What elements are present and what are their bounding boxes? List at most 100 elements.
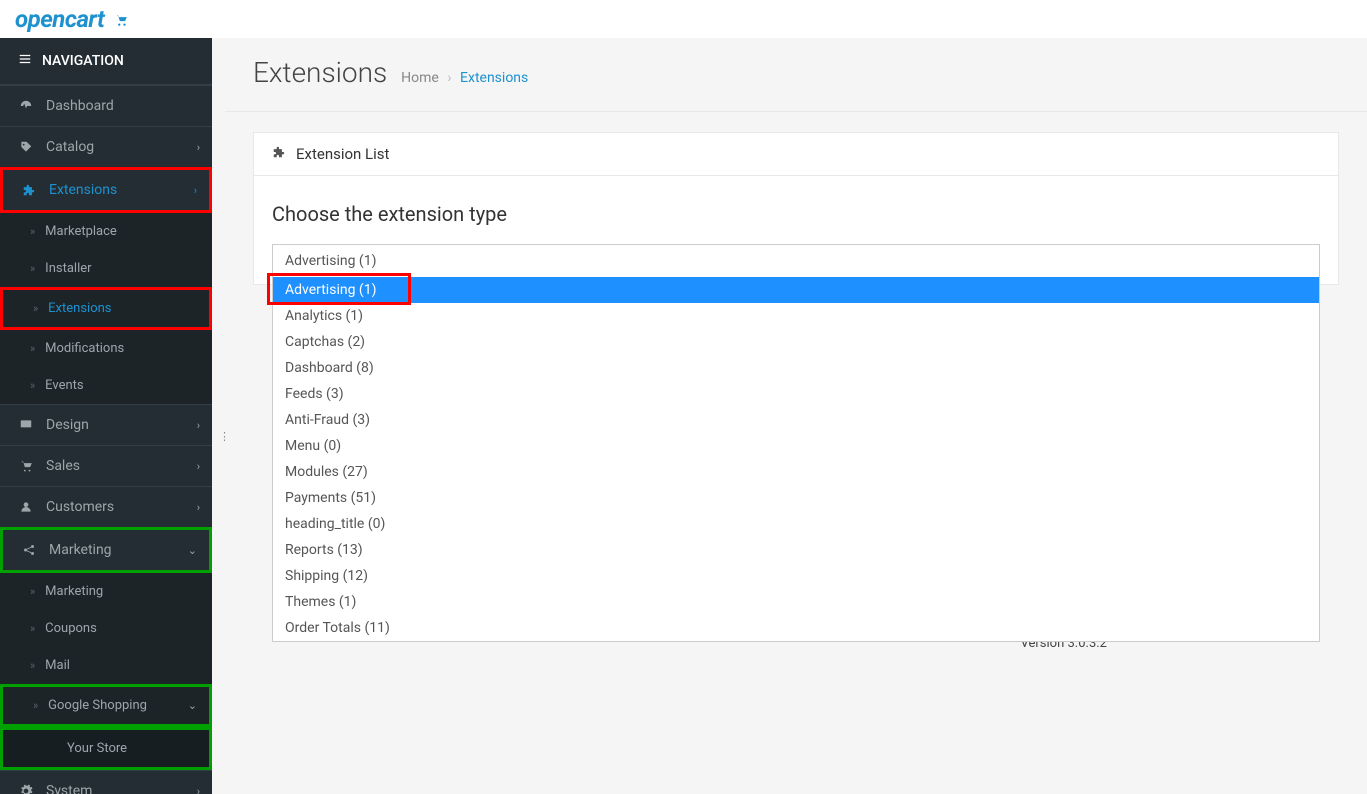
user-icon	[18, 500, 34, 514]
sidebar-label-dashboard: Dashboard	[46, 98, 114, 114]
nav-title: NAVIGATION	[42, 53, 124, 69]
sidebar-item-design[interactable]: Design ›	[0, 404, 212, 445]
cart-icon	[114, 5, 128, 33]
gear-icon	[18, 784, 34, 794]
dropdown-option[interactable]: Modules (27)	[273, 459, 1319, 485]
sidebar-subitem-mail[interactable]: » Mail	[0, 647, 212, 684]
double-chevron-icon: »	[30, 622, 35, 635]
sidebar-sublabel-coupons: Coupons	[45, 621, 97, 636]
extension-panel: Extension List Choose the extension type…	[253, 132, 1339, 285]
sidebar-subitem-google-shopping[interactable]: » Google Shopping ⌄	[0, 684, 212, 727]
puzzle-icon	[21, 183, 37, 197]
sidebar-subitem-marketplace[interactable]: » Marketplace	[0, 213, 212, 250]
dropdown-option[interactable]: Payments (51)	[273, 485, 1319, 511]
chevron-right-icon: ›	[197, 419, 200, 432]
sidebar-item-system[interactable]: System ›	[0, 770, 212, 794]
sidebar-subitem-extensions[interactable]: » Extensions	[0, 287, 212, 330]
app-header: opencart	[0, 0, 1367, 38]
dropdown-selected-value[interactable]: Advertising (1)	[273, 245, 1319, 277]
sidebar-subitem-marketing[interactable]: » Marketing	[0, 573, 212, 610]
sidebar-item-sales[interactable]: Sales ›	[0, 445, 212, 486]
dropdown-option[interactable]: Dashboard (8)	[273, 355, 1319, 381]
double-chevron-icon: »	[30, 225, 35, 238]
sidebar-item-catalog[interactable]: Catalog ›	[0, 126, 212, 167]
dropdown-option[interactable]: Order Totals (11)	[273, 615, 1319, 641]
breadcrumb-separator: ›	[447, 70, 451, 86]
dropdown-option[interactable]: Advertising (1)	[273, 277, 1319, 303]
dropdown-option[interactable]: heading_title (0)	[273, 511, 1319, 537]
dropdown-option[interactable]: Themes (1)	[273, 589, 1319, 615]
chevron-right-icon: ›	[197, 785, 200, 794]
panel-title: Extension List	[296, 145, 389, 163]
panel-header: Extension List	[254, 133, 1338, 176]
sidebar-sublabel-mail: Mail	[45, 658, 70, 673]
sidebar-sublabel-marketing: Marketing	[45, 584, 103, 599]
sidebar-label-marketing: Marketing	[49, 542, 112, 558]
sidebar-item-marketing[interactable]: Marketing ⌄	[0, 527, 212, 573]
dropdown-options: Advertising (1)Analytics (1)Captchas (2)…	[273, 277, 1319, 641]
brand-text: opencart	[15, 5, 104, 33]
sidebar: NAVIGATION Dashboard Catalog › Extension…	[0, 38, 212, 794]
extension-type-dropdown[interactable]: Advertising (1) Advertising (1)Analytics…	[272, 244, 1320, 642]
double-chevron-icon: »	[33, 699, 38, 712]
nav-header: NAVIGATION	[0, 38, 212, 85]
share-icon	[21, 543, 37, 557]
tag-icon	[18, 140, 34, 154]
sidebar-sublabel-google-shopping: Google Shopping	[48, 698, 147, 713]
brand-logo: opencart	[15, 5, 128, 33]
monitor-icon	[18, 418, 34, 432]
dashboard-icon	[18, 99, 34, 113]
sidebar-subitem-modifications[interactable]: » Modifications	[0, 330, 212, 367]
double-chevron-icon: »	[30, 379, 35, 392]
sidebar-sublabel-installer: Installer	[45, 261, 91, 276]
dropdown-option[interactable]: Anti-Fraud (3)	[273, 407, 1319, 433]
sidebar-subitem-events[interactable]: » Events	[0, 367, 212, 404]
chevron-down-icon: ⌄	[188, 544, 197, 557]
chevron-right-icon: ›	[197, 460, 200, 473]
chevron-right-icon: ›	[197, 141, 200, 154]
double-chevron-icon: »	[30, 659, 35, 672]
chevron-right-icon: ›	[197, 501, 200, 514]
puzzle-icon	[272, 145, 286, 163]
double-chevron-icon: »	[30, 585, 35, 598]
breadcrumb-home[interactable]: Home	[401, 70, 439, 86]
breadcrumb-current[interactable]: Extensions	[460, 70, 528, 86]
sidebar-label-catalog: Catalog	[46, 139, 94, 155]
sidebar-item-dashboard[interactable]: Dashboard	[0, 85, 212, 126]
sidebar-sublabel-modifications: Modifications	[45, 341, 124, 356]
dropdown-option[interactable]: Analytics (1)	[273, 303, 1319, 329]
sidebar-label-sales: Sales	[46, 458, 80, 474]
marketing-submenu: » Marketing » Coupons » Mail » Google Sh…	[0, 573, 212, 770]
chevron-right-icon: ›	[194, 184, 197, 197]
panel-body: Choose the extension type A A G Advertis…	[254, 176, 1338, 284]
page-header: Extensions Home › Extensions	[225, 38, 1367, 112]
main-content: Extensions Home › Extensions Extension L…	[225, 38, 1367, 794]
sidebar-subitem-coupons[interactable]: » Coupons	[0, 610, 212, 647]
sidebar-sub2item-your-store[interactable]: Your Store	[3, 730, 209, 767]
double-chevron-icon: »	[33, 302, 38, 315]
page-title: Extensions	[253, 56, 387, 89]
panel-subtitle: Choose the extension type	[272, 202, 1320, 226]
sidebar-label-design: Design	[46, 417, 89, 433]
dropdown-option[interactable]: Menu (0)	[273, 433, 1319, 459]
dropdown-option[interactable]: Reports (13)	[273, 537, 1319, 563]
sidebar-item-extensions[interactable]: Extensions ›	[0, 167, 212, 213]
chevron-down-icon: ⌄	[188, 699, 197, 712]
extensions-submenu: » Marketplace » Installer » Extensions »…	[0, 213, 212, 404]
dropdown-option[interactable]: Shipping (12)	[273, 563, 1319, 589]
breadcrumb: Home › Extensions	[401, 70, 528, 86]
google-shopping-submenu: Your Store	[0, 727, 212, 770]
sidebar-item-customers[interactable]: Customers ›	[0, 486, 212, 527]
sidebar-sublabel-extensions: Extensions	[48, 301, 111, 316]
sidebar-label-system: System	[46, 783, 92, 794]
dropdown-option[interactable]: Captchas (2)	[273, 329, 1319, 355]
cart-icon	[18, 459, 34, 473]
sidebar-sublabel-events: Events	[45, 378, 83, 393]
sidebar-label-extensions: Extensions	[49, 182, 117, 198]
hamburger-icon[interactable]	[18, 52, 32, 70]
double-chevron-icon: »	[30, 262, 35, 275]
sidebar-subitem-installer[interactable]: » Installer	[0, 250, 212, 287]
sidebar-label-customers: Customers	[46, 499, 114, 515]
sidebar-sub2label-your-store: Your Store	[67, 741, 127, 756]
dropdown-option[interactable]: Feeds (3)	[273, 381, 1319, 407]
